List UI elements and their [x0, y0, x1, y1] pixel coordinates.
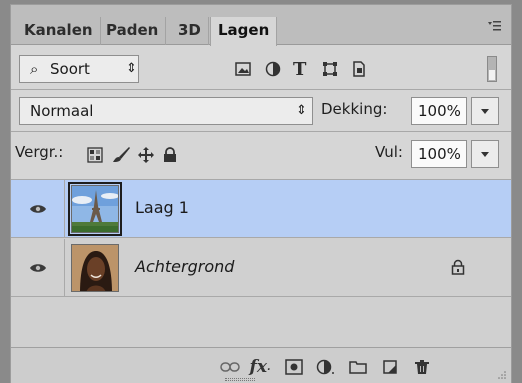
delete-layer-trash-icon[interactable]: [411, 357, 433, 377]
opacity-label: Dekking:: [321, 100, 388, 118]
portrait-thumbnail: [72, 245, 118, 291]
layer-style-fx-icon[interactable]: fx.: [249, 357, 271, 377]
panel-menu-icon[interactable]: [487, 19, 501, 33]
panel-tab-bar: Kanalen Paden 3D Lagen: [11, 5, 511, 46]
resize-grip[interactable]: [225, 378, 255, 381]
lock-icon: [451, 259, 465, 275]
lock-image-pixels-brush-icon[interactable]: [111, 145, 131, 165]
tab-paden[interactable]: Paden: [99, 17, 167, 45]
layers-list: Laag 1 Achtergrond: [11, 179, 511, 347]
filter-pixel-icon[interactable]: [235, 59, 251, 79]
eye-icon: [29, 204, 46, 213]
tab-3d[interactable]: 3D: [171, 17, 209, 45]
layer-name[interactable]: Laag 1: [135, 198, 189, 217]
divider: [11, 131, 511, 132]
layer-name[interactable]: Achtergrond: [135, 257, 234, 276]
new-layer-icon[interactable]: [379, 357, 401, 377]
updown-arrows-icon: ⇕: [126, 61, 137, 76]
new-group-folder-icon[interactable]: [347, 357, 369, 377]
layer-thumbnail[interactable]: [68, 182, 122, 236]
tab-kanalen[interactable]: Kanalen: [17, 17, 101, 45]
add-mask-icon[interactable]: [283, 357, 305, 377]
filter-type-icon[interactable]: T: [293, 59, 306, 80]
eye-icon: [29, 263, 46, 272]
filter-kind-label: Soort: [50, 60, 90, 78]
divider: [11, 89, 511, 90]
new-adjustment-layer-icon[interactable]: [315, 357, 337, 377]
link-layers-icon[interactable]: [219, 357, 241, 377]
fill-input[interactable]: 100%: [411, 140, 467, 168]
filter-shape-icon[interactable]: [322, 59, 338, 79]
lock-transparent-pixels-icon[interactable]: [87, 145, 103, 165]
visibility-toggle[interactable]: [11, 180, 65, 237]
filter-toggle-switch[interactable]: [487, 56, 497, 82]
layer-row-achtergrond[interactable]: Achtergrond: [11, 239, 511, 297]
lock-position-move-icon[interactable]: [137, 145, 155, 165]
opacity-dropdown-button[interactable]: [471, 97, 499, 125]
lock-all-icon[interactable]: [163, 145, 177, 165]
fill-dropdown-button[interactable]: [471, 140, 499, 168]
lock-label: Vergr.:: [15, 143, 64, 161]
visibility-toggle[interactable]: [11, 239, 65, 296]
blend-mode-select[interactable]: Normaal ⇕: [19, 97, 313, 125]
layers-panel: Kanalen Paden 3D Lagen ⌕ Soort ⇕ T Norma…: [10, 4, 512, 383]
layers-bottom-toolbar: fx.: [11, 347, 511, 383]
tab-lagen[interactable]: Lagen: [210, 17, 278, 46]
filter-smart-object-icon[interactable]: [351, 59, 367, 79]
blend-mode-label: Normaal: [30, 102, 94, 120]
layer-row-laag-1[interactable]: Laag 1: [11, 180, 511, 238]
updown-arrows-icon: ⇕: [296, 103, 307, 118]
filter-kind-select[interactable]: ⌕ Soort ⇕: [19, 55, 139, 83]
layer-thumbnail[interactable]: [71, 244, 119, 292]
eiffel-tower-thumbnail: [72, 186, 118, 232]
fill-label: Vul:: [375, 143, 403, 161]
panel-resize-handle[interactable]: [497, 370, 507, 380]
filter-adjustment-icon[interactable]: [265, 59, 281, 79]
opacity-input[interactable]: 100%: [411, 97, 467, 125]
search-icon: ⌕: [30, 60, 39, 78]
